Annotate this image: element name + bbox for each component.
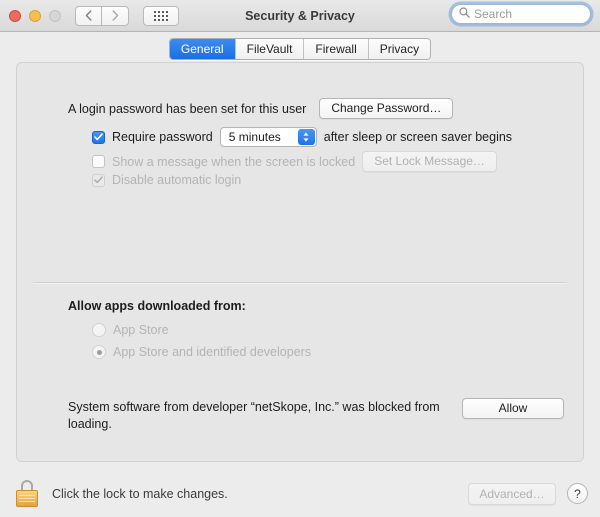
show-lock-message-row: Show a message when the screen is locked… <box>92 151 497 172</box>
checkmark-icon <box>94 133 103 141</box>
lock-closed-icon[interactable] <box>15 479 39 508</box>
radio-app-store <box>92 323 106 337</box>
help-button[interactable]: ? <box>567 483 588 504</box>
tab-general[interactable]: General <box>169 38 236 59</box>
login-password-label: A login password has been set for this u… <box>68 101 307 116</box>
grid-icon <box>154 10 168 21</box>
stepper-icon[interactable] <box>297 129 315 145</box>
lock-instruction-text: Click the lock to make changes. <box>52 486 228 501</box>
checkmark-icon <box>94 176 103 184</box>
change-password-button[interactable]: Change Password… <box>319 98 454 119</box>
allow-button-container: Allow <box>462 398 564 419</box>
bottom-bar: Click the lock to make changes. Advanced… <box>0 470 600 517</box>
search-icon <box>459 7 470 21</box>
general-settings-panel: A login password has been set for this u… <box>16 62 584 462</box>
section-divider <box>33 282 567 283</box>
require-password-delay-select[interactable]: 5 minutes <box>219 127 317 147</box>
allow-apps-option-identified-developers: App Store and identified developers <box>92 345 311 359</box>
search-container <box>451 4 591 24</box>
require-password-suffix-label: after sleep or screen saver begins <box>323 130 513 144</box>
blocked-software-notice: System software from developer “netSkope… <box>68 400 440 431</box>
radio-identified-developers <box>92 345 106 359</box>
show-lock-message-checkbox <box>92 155 105 168</box>
tab-privacy[interactable]: Privacy <box>368 38 431 59</box>
require-password-row: Require password 5 minutes after sleep o… <box>92 127 512 147</box>
window-titlebar: Security & Privacy <box>0 0 600 32</box>
allow-apps-option-app-store: App Store <box>92 323 169 337</box>
show-all-preferences-button[interactable] <box>143 5 179 26</box>
radio-identified-developers-label: App Store and identified developers <box>113 345 312 359</box>
navigation-buttons <box>75 5 129 26</box>
traffic-lights <box>9 9 61 22</box>
set-lock-message-button: Set Lock Message… <box>362 151 497 172</box>
tab-group: General FileVault Firewall Privacy <box>168 37 432 60</box>
disable-automatic-login-row: Disable automatic login <box>92 173 241 187</box>
zoom-button <box>49 9 61 22</box>
tab-firewall[interactable]: Firewall <box>304 38 369 59</box>
login-password-row: A login password has been set for this u… <box>68 98 454 119</box>
search-input[interactable] <box>474 7 583 21</box>
require-password-delay-value: 5 minutes <box>228 130 281 144</box>
show-lock-message-label: Show a message when the screen is locked <box>112 154 356 169</box>
disable-automatic-login-label: Disable automatic login <box>112 173 242 187</box>
require-password-label: Require password <box>112 130 213 144</box>
search-field[interactable] <box>451 4 591 24</box>
tab-bar: General FileVault Firewall Privacy <box>0 32 600 65</box>
close-button[interactable] <box>9 9 21 22</box>
back-button[interactable] <box>75 5 102 26</box>
chevron-left-icon <box>85 10 92 21</box>
radio-selected-dot <box>96 349 102 355</box>
allow-button[interactable]: Allow <box>462 398 564 419</box>
advanced-button: Advanced… <box>468 482 556 505</box>
forward-button[interactable] <box>102 5 129 26</box>
require-password-checkbox[interactable] <box>92 130 105 144</box>
radio-app-store-label: App Store <box>113 323 169 337</box>
allow-apps-title: Allow apps downloaded from: <box>68 299 246 313</box>
chevron-right-icon <box>112 10 119 21</box>
lock-body <box>16 489 38 507</box>
tab-filevault[interactable]: FileVault <box>235 38 305 59</box>
disable-automatic-login-checkbox <box>92 173 105 187</box>
minimize-button[interactable] <box>29 9 41 22</box>
bottom-bar-actions: Advanced… ? <box>468 482 588 505</box>
